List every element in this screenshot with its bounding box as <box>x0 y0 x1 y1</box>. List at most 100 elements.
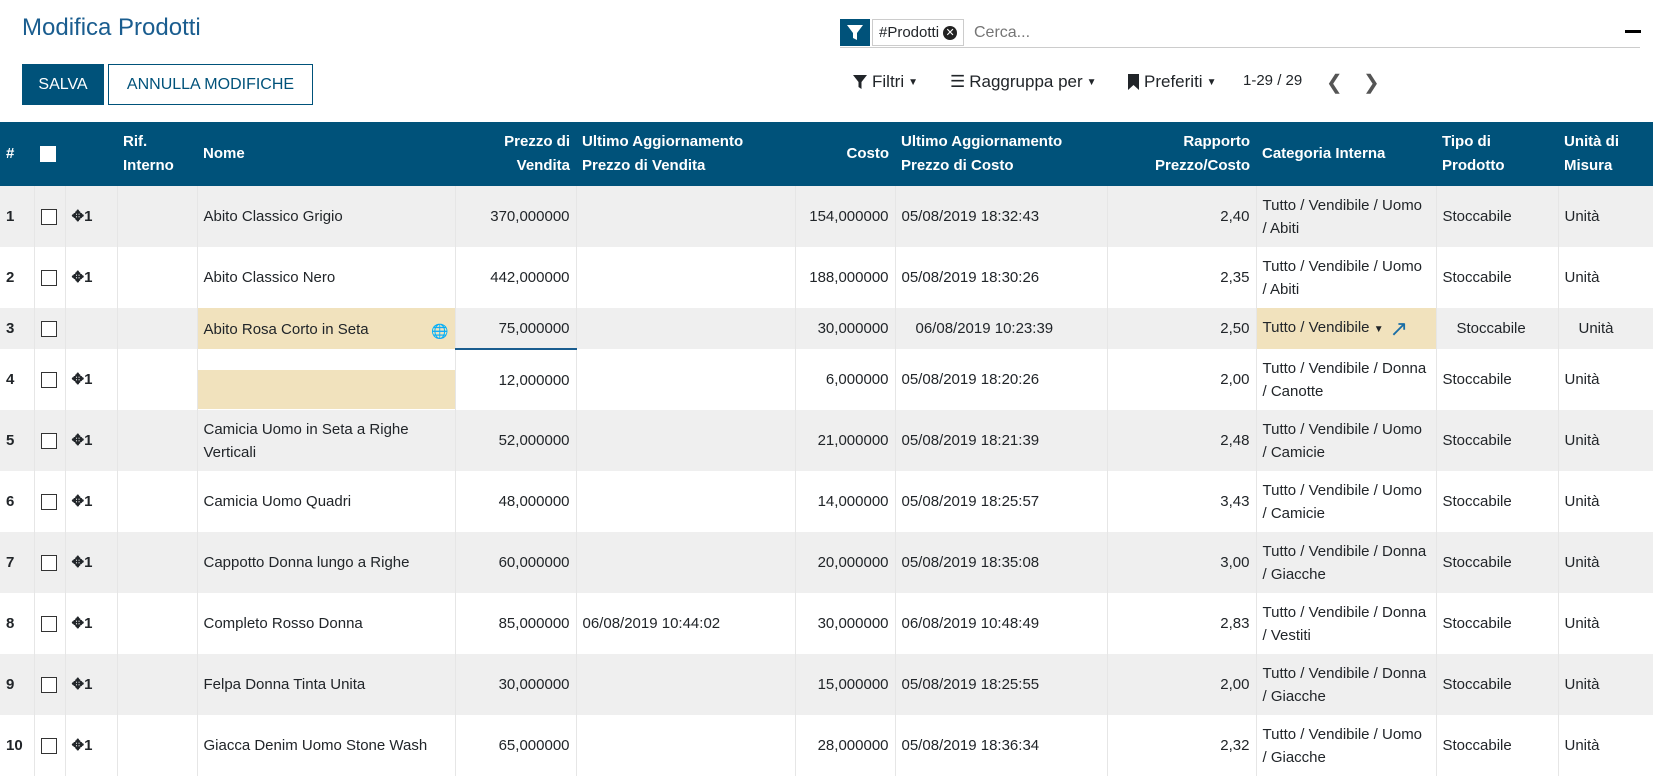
minimize-icon[interactable] <box>1625 30 1641 33</box>
uom-cell[interactable]: Unità <box>1557 593 1653 654</box>
next-page-icon[interactable]: ❯ <box>1363 70 1380 95</box>
col-ref[interactable]: Rif. Interno <box>117 122 197 186</box>
ratio-cell[interactable]: 2,00 <box>1106 654 1256 715</box>
table-row[interactable]: 6 ✥1 Camicia Uomo Quadri 48,000000 14,00… <box>0 471 1653 532</box>
drag-handle[interactable]: ✥1 <box>64 247 117 308</box>
sale-price-cell[interactable]: 30,000000 <box>454 654 576 715</box>
filters-dropdown[interactable]: Filtri ▼ <box>852 72 918 92</box>
select-all-checkbox[interactable] <box>34 122 65 186</box>
group-by-dropdown[interactable]: ☰ Raggruppa per ▼ <box>950 72 1097 92</box>
cost-cell[interactable]: 15,000000 <box>794 654 895 715</box>
save-button[interactable]: SALVA <box>22 64 104 105</box>
cost-update-cell[interactable]: 06/08/2019 10:48:49 <box>894 593 1107 654</box>
table-row[interactable]: 8 ✥1 Completo Rosso Donna 85,000000 06/0… <box>0 593 1653 654</box>
type-cell[interactable]: Stoccabile <box>1435 247 1558 308</box>
col-sale-price[interactable]: Prezzo di Vendita <box>455 122 576 186</box>
cost-cell[interactable]: 14,000000 <box>794 471 895 532</box>
drag-handle[interactable]: ✥1 <box>64 471 117 532</box>
row-checkbox[interactable] <box>33 349 65 410</box>
uom-cell[interactable]: Unità <box>1557 410 1653 471</box>
ref-cell[interactable] <box>116 471 197 532</box>
cost-update-cell[interactable]: 05/08/2019 18:35:08 <box>894 532 1107 593</box>
cost-update-cell[interactable]: 05/08/2019 18:25:57 <box>894 471 1107 532</box>
ref-cell[interactable] <box>116 186 197 247</box>
drag-handle[interactable] <box>64 308 117 349</box>
name-cell[interactable]: Cappotto Donna lungo a Righe <box>196 532 455 593</box>
sale-price-cell[interactable]: 48,000000 <box>454 471 576 532</box>
col-type[interactable]: Tipo di Prodotto <box>1436 122 1558 186</box>
category-cell[interactable]: Tutto / Vendibile / Donna / Vestiti <box>1255 593 1436 654</box>
cost-cell[interactable]: 30,000000 <box>794 308 895 349</box>
row-checkbox[interactable] <box>33 532 65 593</box>
cost-update-cell[interactable]: 06/08/2019 10:23:39 <box>894 308 1107 349</box>
cost-cell[interactable]: 20,000000 <box>794 532 895 593</box>
uom-cell[interactable]: Unità <box>1557 654 1653 715</box>
uom-cell[interactable]: Unità <box>1557 471 1653 532</box>
sale-update-cell[interactable] <box>575 715 795 776</box>
ref-cell[interactable] <box>116 715 197 776</box>
col-sale-update[interactable]: Ultimo Aggiornamento Prezzo di Vendita <box>576 122 795 186</box>
table-row[interactable]: 10 ✥1 Giacca Denim Uomo Stone Wash 65,00… <box>0 715 1653 776</box>
ratio-cell[interactable]: 2,48 <box>1106 410 1256 471</box>
type-cell[interactable]: Stoccabile <box>1435 654 1558 715</box>
drag-handle[interactable]: ✥1 <box>64 410 117 471</box>
sale-price-cell[interactable]: 52,000000 <box>454 410 576 471</box>
type-cell[interactable]: Stoccabile <box>1435 593 1558 654</box>
uom-cell[interactable]: Unità <box>1557 532 1653 593</box>
sale-update-cell[interactable] <box>575 471 795 532</box>
ref-cell[interactable] <box>116 349 197 410</box>
ratio-cell[interactable]: 3,43 <box>1106 471 1256 532</box>
drag-handle[interactable]: ✥1 <box>64 186 117 247</box>
row-checkbox[interactable] <box>33 186 65 247</box>
name-cell[interactable]: Abito Classico Grigio <box>196 186 455 247</box>
pager-value[interactable]: 1-29 / 29 <box>1243 72 1302 89</box>
cost-cell[interactable]: 30,000000 <box>794 593 895 654</box>
favorites-dropdown[interactable]: Preferiti ▼ <box>1127 72 1216 92</box>
uom-cell[interactable]: Unità <box>1557 715 1653 776</box>
row-checkbox[interactable] <box>33 247 65 308</box>
drag-handle[interactable]: ✥1 <box>64 349 117 410</box>
type-cell[interactable]: Stoccabile <box>1435 308 1558 349</box>
sale-update-cell[interactable] <box>575 186 795 247</box>
ratio-cell[interactable]: 2,83 <box>1106 593 1256 654</box>
ref-cell[interactable] <box>116 654 197 715</box>
category-cell[interactable]: Tutto / Vendibile / Uomo / Abiti <box>1255 186 1436 247</box>
search-input[interactable] <box>972 19 1596 47</box>
category-cell[interactable]: Tutto / Vendibile / Uomo / Abiti <box>1255 247 1436 308</box>
name-editor[interactable]: Abito Rosa Corto in Seta 🌐 <box>196 308 455 349</box>
table-row[interactable]: 1 ✥1 Abito Classico Grigio 370,000000 15… <box>0 186 1653 247</box>
type-cell[interactable]: Stoccabile <box>1435 410 1558 471</box>
ratio-cell[interactable]: 2,00 <box>1106 349 1256 410</box>
cost-update-cell[interactable]: 05/08/2019 18:32:43 <box>894 186 1107 247</box>
row-checkbox[interactable] <box>33 410 65 471</box>
drag-handle[interactable]: ✥1 <box>64 593 117 654</box>
cost-cell[interactable]: 28,000000 <box>794 715 895 776</box>
sale-update-cell[interactable] <box>575 410 795 471</box>
name-editor-expanded[interactable] <box>198 370 455 409</box>
table-row[interactable]: 2 ✥1 Abito Classico Nero 442,000000 188,… <box>0 247 1653 308</box>
ratio-cell[interactable]: 2,40 <box>1106 186 1256 247</box>
name-cell[interactable]: Felpa Donna Tinta Unita <box>196 654 455 715</box>
table-row[interactable]: 5 ✥1 Camicia Uomo in Seta a Righe Vertic… <box>0 410 1653 471</box>
sale-update-cell[interactable] <box>575 532 795 593</box>
sale-price-input[interactable]: 75,000000 <box>454 308 576 350</box>
sale-update-cell[interactable] <box>575 654 795 715</box>
close-icon[interactable]: ✕ <box>943 26 958 41</box>
table-row-editing[interactable]: 3 Abito Rosa Corto in Seta 🌐 75,000000 30… <box>0 308 1653 350</box>
sale-update-cell[interactable]: 06/08/2019 10:44:02 <box>575 593 795 654</box>
type-cell[interactable]: Stoccabile <box>1435 186 1558 247</box>
name-cell[interactable]: Camicia Uomo Quadri <box>196 471 455 532</box>
category-select[interactable]: Tutto / Vendibile ▼ ↗ <box>1255 308 1436 349</box>
ref-cell[interactable] <box>116 593 197 654</box>
cancel-changes-button[interactable]: ANNULLA MODIFICHE <box>108 64 313 105</box>
sale-update-cell[interactable] <box>575 247 795 308</box>
uom-cell[interactable]: Unità <box>1557 247 1653 308</box>
uom-cell[interactable]: Unità <box>1557 186 1653 247</box>
cost-update-cell[interactable]: 05/08/2019 18:20:26 <box>894 349 1107 410</box>
cost-cell[interactable]: 154,000000 <box>794 186 895 247</box>
sale-price-cell[interactable]: 60,000000 <box>454 532 576 593</box>
category-cell[interactable]: Tutto / Vendibile / Donna / Giacche <box>1255 654 1436 715</box>
caret-down-icon[interactable]: ▼ <box>1374 324 1384 335</box>
cost-update-cell[interactable]: 05/08/2019 18:25:55 <box>894 654 1107 715</box>
table-row[interactable]: 9 ✥1 Felpa Donna Tinta Unita 30,000000 1… <box>0 654 1653 715</box>
